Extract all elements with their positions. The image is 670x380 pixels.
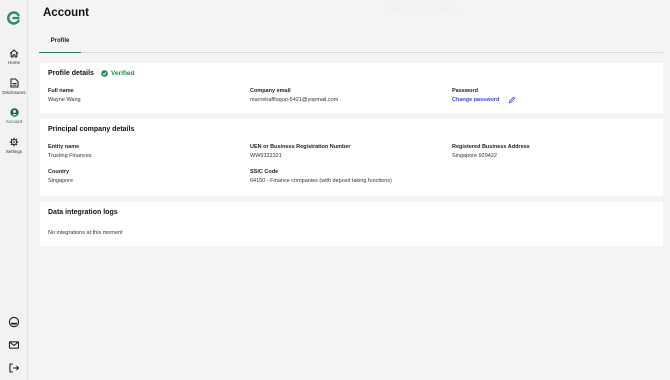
support-icon[interactable]	[8, 316, 20, 328]
tab-bar: Profile	[39, 33, 663, 53]
sidebar-item-account[interactable]: Account	[0, 108, 28, 124]
sidebar-item-label: Settings	[5, 149, 23, 154]
page-title: Account	[43, 7, 89, 19]
sidebar-item-home[interactable]: Home	[0, 49, 28, 65]
logo-icon[interactable]	[7, 11, 21, 25]
company-email-value: macreiraffluquo-5421@yopmail.com	[250, 97, 339, 103]
company-details-title: Principal company details	[48, 126, 135, 133]
user-icon	[9, 108, 19, 117]
pencil-icon[interactable]	[508, 96, 516, 104]
registered-address-label: Registered Business Address	[452, 144, 530, 150]
tab-profile[interactable]: Profile	[39, 33, 81, 53]
sidebar-item-label: Account	[5, 119, 23, 124]
ssic-code-value: 64150 - Finance companies (with deposit …	[250, 178, 392, 184]
home-icon	[9, 49, 19, 58]
country-label: Country	[48, 169, 70, 175]
entity-name-value: Trusting Finances	[48, 153, 92, 159]
profile-details-title: Profile details	[48, 70, 94, 77]
document-icon	[9, 78, 19, 88]
sidebar-item-settings[interactable]: Settings	[0, 137, 28, 154]
registered-address-value: Singapore 929422	[452, 153, 497, 159]
change-password-link[interactable]: Change password	[452, 97, 499, 103]
ssic-code-label: SSIC Code	[250, 169, 279, 175]
full-name-value: Wayne Wang	[48, 97, 81, 103]
integration-logs-title: Data integration logs	[48, 209, 118, 216]
faded-header-text: Browser for this URL, request link	[385, 6, 460, 12]
integration-empty-text: No integrations at this moment	[48, 230, 123, 236]
sidebar-item-label: Disclosures	[2, 90, 26, 95]
full-name-label: Full name	[48, 88, 74, 94]
sidebar: Home Disclosures Account Settings	[0, 0, 28, 380]
uen-value: WW9322321	[250, 153, 282, 159]
integration-logs-card	[40, 202, 663, 246]
sidebar-item-label: Home	[7, 60, 20, 65]
sidebar-item-disclosures[interactable]: Disclosures	[0, 78, 28, 95]
company-email-label: Company email	[250, 88, 291, 94]
verified-badge: Verified	[101, 70, 134, 77]
gear-icon	[9, 137, 19, 147]
logout-icon[interactable]	[8, 362, 20, 374]
country-value: Singapore	[48, 178, 74, 184]
entity-name-label: Entity name	[48, 144, 80, 150]
verified-label: Verified	[111, 70, 135, 77]
check-circle-icon	[101, 70, 108, 77]
password-label: Password	[452, 88, 478, 94]
uen-label: UEN or Business Registration Number	[250, 144, 351, 150]
mail-icon[interactable]	[8, 339, 20, 351]
